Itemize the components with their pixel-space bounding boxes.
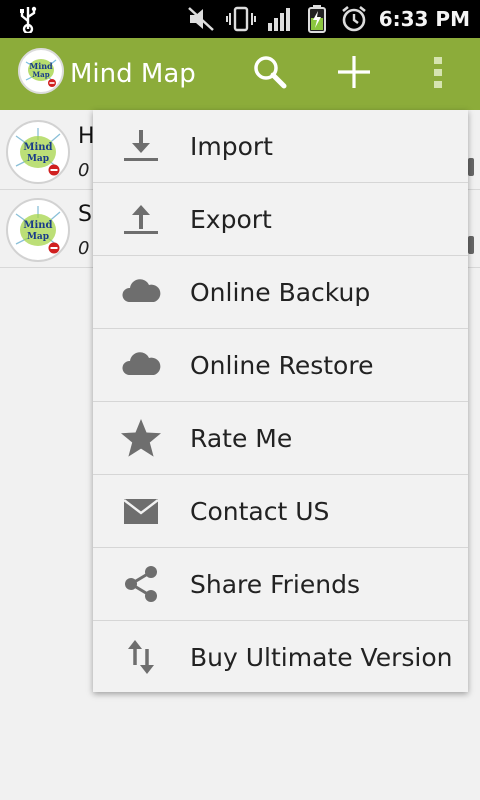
overflow-menu: Import Export Online Backup Online Resto… xyxy=(93,110,468,692)
app-logo[interactable]: Mind Map xyxy=(18,48,64,94)
usb-icon xyxy=(18,0,38,38)
battery-charging-icon xyxy=(306,0,328,38)
svg-text:Mind: Mind xyxy=(23,220,52,231)
menu-item-export[interactable]: Export xyxy=(93,183,468,256)
mindmap-thumbnail: Mind Map xyxy=(6,120,70,184)
share-icon xyxy=(119,562,163,606)
download-icon xyxy=(119,124,163,168)
menu-item-label: Online Backup xyxy=(190,256,370,329)
search-button[interactable] xyxy=(246,52,294,96)
upload-icon xyxy=(119,197,163,241)
action-bar: Mind Map Mind Map xyxy=(0,38,480,110)
add-button[interactable] xyxy=(330,52,378,96)
alarm-icon xyxy=(340,0,368,38)
overflow-menu-button[interactable] xyxy=(414,52,462,96)
svg-text:Map: Map xyxy=(27,232,49,242)
list-item-subtitle: 0 xyxy=(78,160,89,181)
menu-item-label: Import xyxy=(190,110,273,183)
menu-item-online-restore[interactable]: Online Restore xyxy=(93,329,468,402)
overflow-icon xyxy=(432,55,444,93)
menu-item-label: Buy Ultimate Version xyxy=(190,621,452,694)
menu-item-contact-us[interactable]: Contact US xyxy=(93,475,468,548)
app-title: Mind Map xyxy=(70,38,196,110)
status-time: 6:33 PM xyxy=(379,0,470,38)
menu-item-label: Rate Me xyxy=(190,402,292,475)
mute-icon xyxy=(186,0,216,38)
mindmap-thumbnail: Mind Map xyxy=(6,198,70,262)
menu-item-label: Online Restore xyxy=(190,329,373,402)
list-item-indicator xyxy=(468,158,474,176)
mail-icon xyxy=(119,489,163,533)
cloud-icon xyxy=(119,270,163,314)
svg-text:Mind: Mind xyxy=(23,142,52,153)
list-item-title: S xyxy=(78,202,92,227)
menu-item-label: Contact US xyxy=(190,475,329,548)
menu-item-rate-me[interactable]: Rate Me xyxy=(93,402,468,475)
search-icon xyxy=(252,54,288,94)
add-icon xyxy=(335,53,373,95)
signal-icon xyxy=(266,0,294,38)
star-icon xyxy=(119,416,163,460)
menu-item-share-friends[interactable]: Share Friends xyxy=(93,548,468,621)
vibrate-icon xyxy=(226,0,256,38)
list-item-indicator xyxy=(468,236,474,254)
menu-item-import[interactable]: Import xyxy=(93,110,468,183)
menu-item-label: Share Friends xyxy=(190,548,360,621)
status-bar: 6:33 PM xyxy=(0,0,480,38)
menu-item-online-backup[interactable]: Online Backup xyxy=(93,256,468,329)
menu-item-label: Export xyxy=(190,183,272,256)
svg-text:Map: Map xyxy=(32,70,49,79)
svg-text:Map: Map xyxy=(27,154,49,164)
menu-item-buy-ultimate[interactable]: Buy Ultimate Version xyxy=(93,621,468,694)
cloud-icon xyxy=(119,343,163,387)
swap-vertical-icon xyxy=(119,635,163,679)
list-item-subtitle: 0 xyxy=(78,238,89,259)
